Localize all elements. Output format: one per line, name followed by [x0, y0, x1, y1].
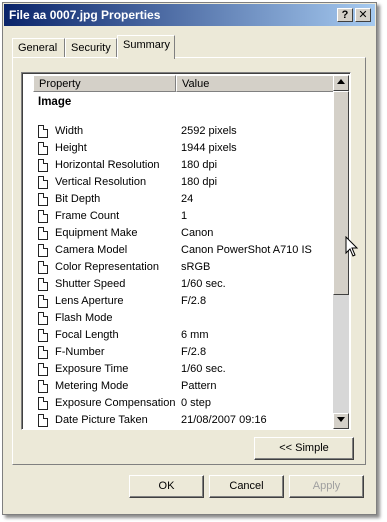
property-name: Width — [55, 125, 84, 137]
list-item[interactable]: F-Number F/2.8 — [33, 344, 335, 361]
property-name: Lens Aperture — [55, 295, 124, 307]
file-icon — [38, 295, 48, 308]
property-value: 6 mm — [181, 329, 209, 341]
file-icon — [38, 125, 48, 138]
apply-button[interactable]: Apply — [289, 475, 364, 498]
list-item[interactable]: Color Representation sRGB — [33, 259, 335, 276]
arrow-up-icon — [337, 79, 345, 84]
property-name: Frame Count — [55, 210, 120, 222]
list-header: Property Value — [33, 75, 335, 92]
list-item[interactable]: Exposure Compensation 0 step — [33, 395, 335, 412]
property-value: F/2.8 — [181, 295, 207, 307]
property-value: Canon — [181, 227, 214, 239]
mouse-cursor-icon — [345, 236, 359, 257]
file-icon — [38, 176, 48, 189]
list-item[interactable]: Equipment Make Canon — [33, 225, 335, 242]
list-item[interactable]: Height 1944 pixels — [33, 140, 335, 157]
file-icon — [38, 261, 48, 274]
property-name: Metering Mode — [55, 380, 129, 392]
group-heading: Image — [38, 96, 72, 108]
file-icon — [38, 414, 48, 427]
property-name: Vertical Resolution — [55, 176, 147, 188]
file-icon — [38, 227, 48, 240]
property-name: Flash Mode — [55, 312, 113, 324]
file-icon — [38, 244, 48, 257]
tab-general[interactable]: General — [12, 38, 65, 58]
file-icon — [38, 142, 48, 155]
property-value: Pattern — [181, 380, 217, 392]
column-header-value[interactable]: Value — [176, 75, 335, 92]
property-value: Canon PowerShot A710 IS — [181, 244, 312, 256]
list-item[interactable]: Flash Mode — [33, 310, 335, 327]
property-value: 1944 pixels — [181, 142, 237, 154]
scroll-down-button[interactable] — [333, 413, 349, 429]
help-button[interactable]: ? — [337, 8, 353, 22]
window-title: File aa 0007.jpg Properties — [9, 8, 161, 22]
tab-summary[interactable]: Summary — [117, 35, 175, 59]
property-name: F-Number — [55, 346, 105, 358]
property-name: Equipment Make — [55, 227, 138, 239]
file-icon — [38, 363, 48, 376]
close-button[interactable]: ✕ — [355, 8, 371, 22]
property-value: 1/60 sec. — [181, 278, 226, 290]
property-value: 180 dpi — [181, 176, 218, 188]
property-list[interactable]: Property Value Image Width 2592 pixels Hei… — [21, 72, 351, 430]
property-name: Focal Length — [55, 329, 119, 341]
property-name: Exposure Time — [55, 363, 129, 375]
list-item[interactable]: Date Picture Taken 21/08/2007 09:16 — [33, 412, 335, 429]
property-value: F/2.8 — [181, 346, 207, 358]
list-item[interactable]: Exposure Time 1/60 sec. — [33, 361, 335, 378]
property-value: sRGB — [181, 261, 211, 273]
property-value: 21/08/2007 09:16 — [181, 414, 267, 426]
ok-button[interactable]: OK — [129, 475, 204, 498]
property-name: Height — [55, 142, 87, 154]
column-header-property[interactable]: Property — [33, 75, 176, 92]
list-item[interactable]: Bit Depth 24 — [33, 191, 335, 208]
list-item[interactable]: Width 2592 pixels — [33, 123, 335, 140]
property-value: 180 dpi — [181, 159, 218, 171]
property-value: 1/60 sec. — [181, 363, 226, 375]
list-item[interactable]: Focal Length 6 mm — [33, 327, 335, 344]
file-icon — [38, 346, 48, 359]
list-item[interactable]: Metering Mode Pattern — [33, 378, 335, 395]
property-name: Exposure Compensation — [55, 397, 176, 409]
file-icon — [38, 193, 48, 206]
property-value: 24 — [181, 193, 194, 205]
property-value: 0 step — [181, 397, 211, 409]
file-icon — [38, 380, 48, 393]
tab-security[interactable]: Security — [65, 38, 117, 58]
list-item[interactable]: Horizontal Resolution 180 dpi — [33, 157, 335, 174]
property-value: 1 — [181, 210, 188, 222]
file-icon — [38, 278, 48, 291]
list-item[interactable]: Lens Aperture F/2.8 — [33, 293, 335, 310]
scroll-thumb[interactable] — [333, 91, 349, 295]
file-icon — [38, 312, 48, 325]
cancel-button[interactable]: Cancel — [209, 475, 284, 498]
property-name: Camera Model — [55, 244, 128, 256]
property-name: Horizontal Resolution — [55, 159, 160, 171]
list-item[interactable]: Vertical Resolution 180 dpi — [33, 174, 335, 191]
file-icon — [38, 329, 48, 342]
file-icon — [38, 210, 48, 223]
simple-button[interactable]: << Simple — [254, 437, 354, 460]
property-value: 2592 pixels — [181, 125, 237, 137]
list-item[interactable]: Shutter Speed 1/60 sec. — [33, 276, 335, 293]
property-name: Shutter Speed — [55, 278, 126, 290]
file-icon — [38, 159, 48, 172]
title-bar: File aa 0007.jpg Properties ? ✕ — [4, 4, 375, 26]
arrow-down-icon — [337, 417, 345, 422]
property-name: Bit Depth — [55, 193, 101, 205]
property-name: Color Representation — [55, 261, 159, 273]
list-item[interactable]: Camera Model Canon PowerShot A710 IS — [33, 242, 335, 259]
list-body: Image Width 2592 pixels Height 1944 pixels H… — [33, 93, 335, 429]
file-icon — [38, 397, 48, 410]
list-item[interactable]: Frame Count 1 — [33, 208, 335, 225]
scroll-up-button[interactable] — [333, 75, 349, 91]
property-name: Date Picture Taken — [55, 414, 148, 426]
